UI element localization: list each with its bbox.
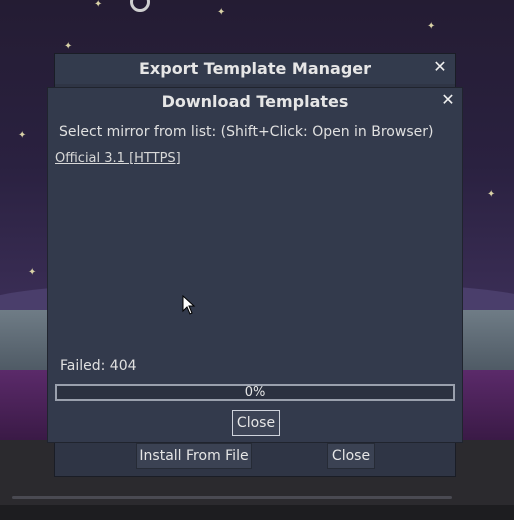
window-title: Export Template Manager xyxy=(138,59,372,78)
mirror-instructions: Select mirror from list: (Shift+Click: O… xyxy=(59,124,434,140)
bottom-strip xyxy=(0,505,514,520)
dialog-title: Download Templates xyxy=(161,92,349,111)
download-status: Failed: 404 xyxy=(60,358,137,374)
star-icon: ✦ xyxy=(487,189,496,200)
star-icon: ✦ xyxy=(217,7,226,18)
close-icon[interactable]: ✕ xyxy=(439,91,457,109)
download-templates-dialog: Download Templates ✕ Select mirror from … xyxy=(47,87,463,443)
close-icon[interactable]: ✕ xyxy=(431,58,449,76)
progress-label: 0% xyxy=(244,385,266,400)
close-button[interactable]: Close xyxy=(327,443,375,469)
mirror-link[interactable]: Official 3.1 [HTTPS] xyxy=(55,151,181,166)
star-icon: ✦ xyxy=(64,41,73,52)
window-titlebar: Export Template Manager ✕ xyxy=(55,54,455,84)
install-from-file-button[interactable]: Install From File xyxy=(136,443,252,469)
horizontal-scrollbar[interactable] xyxy=(12,496,452,499)
dialog-titlebar: Download Templates ✕ xyxy=(48,88,462,116)
star-icon: ✦ xyxy=(18,130,27,141)
star-icon: ✦ xyxy=(28,267,37,278)
star-icon: ✦ xyxy=(94,0,103,10)
progress-bar: 0% xyxy=(55,384,455,401)
dialog-close-button[interactable]: Close xyxy=(232,410,280,436)
star-icon: ✦ xyxy=(427,21,436,32)
